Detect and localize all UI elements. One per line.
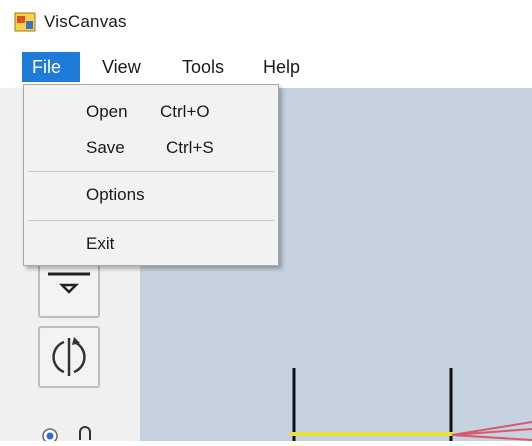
shortcut-open: Ctrl+O (160, 102, 210, 121)
window-title: VisCanvas (44, 12, 127, 31)
red-polyline-1 (451, 421, 532, 436)
radio-icon (42, 426, 91, 444)
menu-item-exit[interactable]: Exit (86, 231, 114, 257)
red-polyline-2 (451, 428, 532, 436)
rotate-button[interactable] (38, 326, 100, 388)
flip-down-button[interactable] (38, 260, 100, 318)
app-icon (14, 12, 36, 32)
shortcut-save: Ctrl+S (166, 138, 214, 157)
menu-separator (28, 220, 274, 221)
menu-view[interactable]: View (92, 52, 151, 82)
rotate-icon (52, 337, 86, 376)
menu-item-options[interactable]: Options (86, 182, 145, 208)
menu-item-open[interactable]: Open (86, 99, 128, 125)
flip-down-icon (48, 272, 90, 294)
radio-option[interactable] (40, 424, 110, 444)
menu-tools[interactable]: Tools (172, 52, 234, 82)
red-polyline-3 (451, 434, 532, 441)
menu-help[interactable]: Help (253, 52, 310, 82)
menu-separator (28, 171, 274, 172)
menu-item-save[interactable]: Save (86, 135, 125, 161)
title-bar: VisCanvas (0, 0, 532, 46)
file-menu-dropdown: Open Ctrl+O Save Ctrl+S Options Exit (23, 84, 279, 266)
menu-file[interactable]: File (22, 52, 80, 82)
